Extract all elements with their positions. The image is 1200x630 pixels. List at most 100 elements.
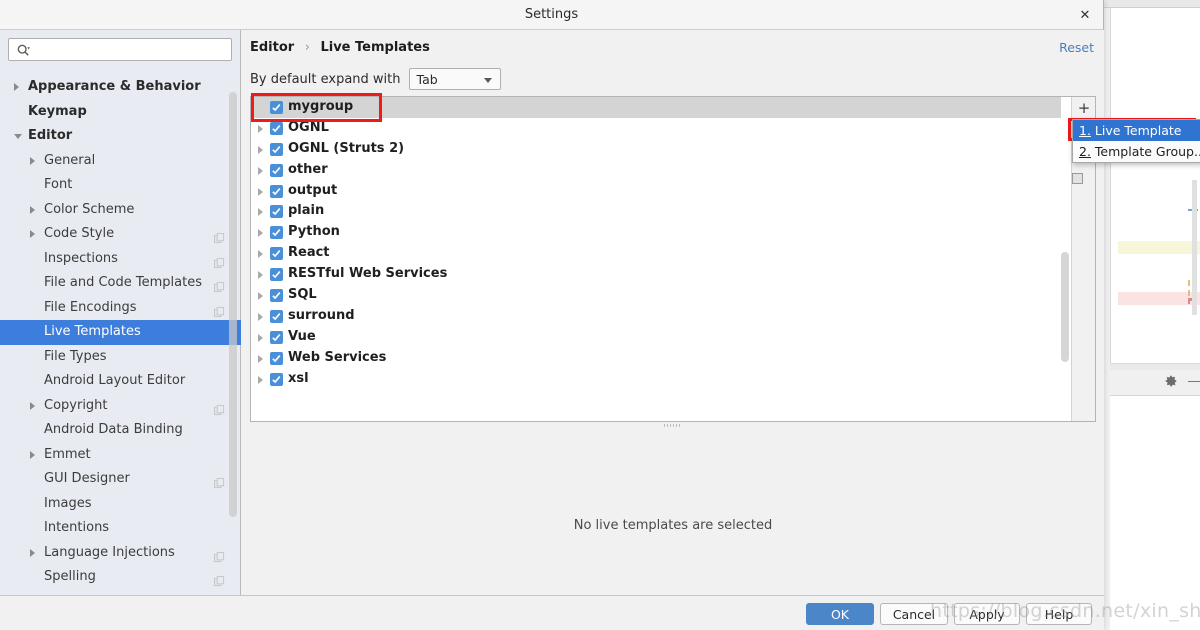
plus-icon: + xyxy=(1077,98,1091,117)
sidebar-item-live-templates[interactable]: Live Templates xyxy=(0,320,241,345)
checkbox-icon[interactable] xyxy=(270,101,283,114)
add-template-button[interactable]: + xyxy=(1072,97,1096,119)
chevron-right-icon[interactable] xyxy=(30,230,35,238)
template-group-row[interactable]: OGNL xyxy=(251,118,1061,139)
sidebar-item-file-and-code-templates[interactable]: File and Code Templates xyxy=(0,271,241,296)
template-group-row[interactable]: RESTful Web Services xyxy=(251,264,1061,285)
sidebar-item-font[interactable]: Font xyxy=(0,173,241,198)
chevron-right-icon[interactable] xyxy=(14,83,19,91)
template-group-row[interactable]: surround xyxy=(251,306,1061,327)
sidebar-item-label: File Encodings xyxy=(44,299,137,315)
chevron-right-icon[interactable] xyxy=(30,401,35,410)
sidebar-item-appearance-behavior[interactable]: Appearance & Behavior xyxy=(0,75,241,100)
sidebar-item-file-encodings[interactable]: File Encodings xyxy=(0,296,241,321)
project-scope-icon xyxy=(214,303,225,317)
sidebar-item-android-data-binding[interactable]: Android Data Binding xyxy=(0,418,241,443)
template-list-scrollbar[interactable] xyxy=(1061,252,1069,362)
sidebar-scrollbar[interactable] xyxy=(229,92,237,517)
checkbox-icon[interactable] xyxy=(270,309,283,323)
chevron-right-icon[interactable] xyxy=(258,229,263,238)
checkbox-icon[interactable] xyxy=(270,205,283,219)
menu-item-live-template[interactable]: 1. Live Template xyxy=(1073,120,1200,141)
checkbox-icon[interactable] xyxy=(270,268,283,282)
checkbox-icon[interactable] xyxy=(270,163,283,177)
panel-splitter[interactable] xyxy=(250,422,1096,429)
add-template-popup-menu[interactable]: 1. Live Template 2. Template Group... xyxy=(1072,119,1200,163)
sidebar-tree[interactable]: Appearance & Behavior Keymap Editor General… xyxy=(0,75,241,595)
background-ide-titlebar xyxy=(1096,0,1200,8)
expand-with-select[interactable]: Tab xyxy=(408,68,501,90)
template-group-row[interactable]: Python xyxy=(251,222,1061,243)
sidebar-item-language-injections[interactable]: Language Injections xyxy=(0,541,241,566)
sidebar-item-editor[interactable]: Editor xyxy=(0,124,241,149)
sidebar-item-copyright[interactable]: Copyright xyxy=(0,394,241,419)
checkbox-icon[interactable] xyxy=(270,184,283,198)
checkbox-icon[interactable] xyxy=(270,142,283,156)
template-group-row[interactable]: React xyxy=(251,243,1061,264)
search-box[interactable] xyxy=(8,38,232,61)
sidebar-item-android-layout-editor[interactable]: Android Layout Editor xyxy=(0,369,241,394)
chevron-right-icon[interactable] xyxy=(258,250,263,259)
checkbox-icon[interactable] xyxy=(270,289,283,303)
sidebar-item-label: GUI Designer xyxy=(44,471,130,486)
duplicate-icon[interactable] xyxy=(1072,173,1083,184)
sidebar-item-spelling[interactable]: Spelling xyxy=(0,565,241,590)
sidebar-item-color-scheme[interactable]: Color Scheme xyxy=(0,198,241,223)
chevron-right-icon[interactable] xyxy=(258,271,263,280)
ok-button[interactable]: OK xyxy=(806,603,874,625)
template-group-row[interactable]: Web Services xyxy=(251,348,1061,369)
sidebar-item-inspections[interactable]: Inspections xyxy=(0,247,241,272)
sidebar-item-intentions[interactable]: Intentions xyxy=(0,516,241,541)
chevron-right-icon[interactable] xyxy=(30,156,35,165)
checkbox-icon[interactable] xyxy=(270,372,283,386)
chevron-right-icon[interactable] xyxy=(258,375,263,384)
template-group-row[interactable]: output xyxy=(251,181,1061,202)
chevron-right-icon[interactable] xyxy=(258,187,263,196)
sidebar-item-gui-designer[interactable]: GUI Designer xyxy=(0,467,241,492)
chevron-right-icon[interactable] xyxy=(258,145,263,154)
template-group-name: xsl xyxy=(288,370,309,386)
project-scope-icon xyxy=(214,278,225,293)
chevron-right-icon[interactable] xyxy=(258,166,263,175)
chevron-right-icon[interactable] xyxy=(30,450,35,459)
template-group-row[interactable]: plain xyxy=(251,201,1061,222)
checkbox-icon[interactable] xyxy=(270,247,283,261)
template-group-row[interactable]: other xyxy=(251,160,1061,181)
template-group-row[interactable]: OGNL (Struts 2) xyxy=(251,139,1061,160)
sidebar-item-code-style[interactable]: Code Style xyxy=(0,222,241,247)
template-group-row[interactable]: xsl xyxy=(251,369,1061,390)
chevron-right-icon[interactable] xyxy=(30,205,35,214)
template-group-row[interactable]: Vue xyxy=(251,327,1061,348)
chevron-right-icon[interactable] xyxy=(258,208,263,217)
template-groups-panel: mygroup OGNL OGNL (Struts 2) other output pla… xyxy=(250,96,1096,422)
sidebar-item-label: File and Code Templates xyxy=(44,275,202,290)
menu-item-template-group[interactable]: 2. Template Group... xyxy=(1073,141,1200,162)
chevron-right-icon[interactable] xyxy=(258,124,263,133)
checkbox-icon[interactable] xyxy=(270,226,283,240)
sidebar-item-keymap[interactable]: Keymap xyxy=(0,100,241,125)
template-group-row[interactable]: mygroup xyxy=(251,97,1061,118)
project-scope-icon xyxy=(214,572,225,587)
close-icon[interactable]: ✕ xyxy=(1075,6,1095,24)
chevron-right-icon[interactable] xyxy=(258,354,263,363)
breadcrumb-parent[interactable]: Editor xyxy=(250,40,294,55)
chevron-right-icon[interactable] xyxy=(258,333,263,342)
menu-item-mnemonic: 1. xyxy=(1079,123,1091,138)
sidebar-item-emmet[interactable]: Emmet xyxy=(0,443,241,468)
chevron-down-icon xyxy=(483,78,492,83)
template-group-list[interactable]: mygroup OGNL OGNL (Struts 2) other output pla… xyxy=(251,97,1061,421)
reset-link[interactable]: Reset xyxy=(1059,40,1094,55)
chevron-down-icon[interactable] xyxy=(14,134,22,139)
checkbox-icon[interactable] xyxy=(270,330,283,344)
chevron-right-icon[interactable] xyxy=(258,292,263,301)
search-input[interactable] xyxy=(35,39,227,60)
sidebar-item-general[interactable]: General xyxy=(0,149,241,174)
chevron-right-icon[interactable] xyxy=(30,548,35,557)
chevron-right-icon[interactable] xyxy=(258,312,263,321)
sidebar-item-file-types[interactable]: File Types xyxy=(0,345,241,370)
sidebar-item-images[interactable]: Images xyxy=(0,492,241,517)
template-group-row[interactable]: SQL xyxy=(251,285,1061,306)
checkbox-icon[interactable] xyxy=(270,351,283,365)
checkbox-icon[interactable] xyxy=(270,121,283,135)
project-scope-icon xyxy=(214,548,225,562)
